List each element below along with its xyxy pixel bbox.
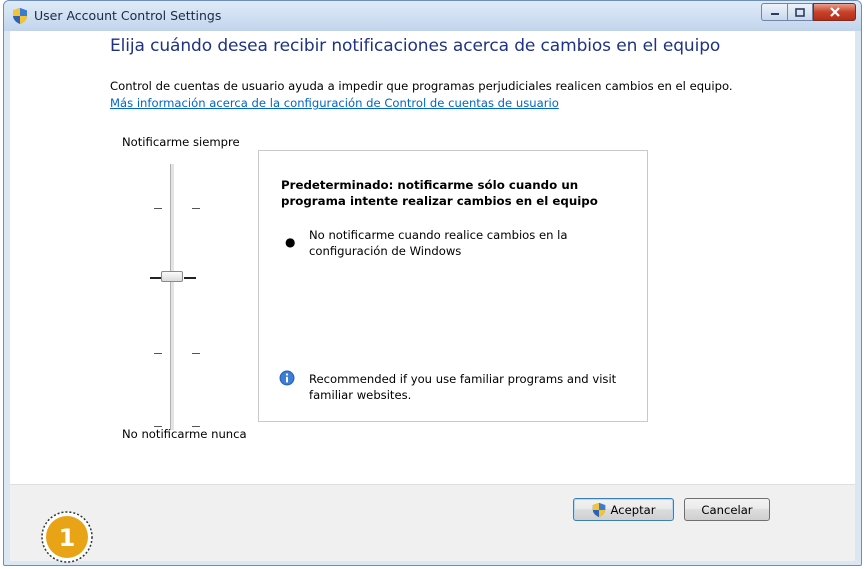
cancel-button-label: Cancelar	[701, 502, 753, 517]
badge-number: 1	[59, 524, 76, 552]
maximize-icon	[795, 7, 805, 17]
caption-buttons	[761, 3, 856, 22]
uac-shield-icon	[593, 502, 606, 517]
close-button[interactable]	[813, 3, 856, 21]
minimize-icon	[770, 13, 779, 15]
bullet-icon: ●	[285, 235, 296, 249]
notification-level-slider[interactable]	[135, 164, 205, 430]
slider-tick	[154, 208, 162, 209]
page-heading: Elija cuándo desea recibir notificacione…	[110, 36, 721, 56]
cancel-button[interactable]: Cancelar	[684, 498, 770, 521]
level-bullet-text: No notificarme cuando realice cambios en…	[309, 228, 568, 258]
maximize-button[interactable]	[787, 3, 813, 21]
slider-tick	[192, 208, 200, 209]
footer-bar	[10, 484, 855, 561]
level-description-panel: Predeterminado: notificarme sólo cuando …	[258, 150, 648, 422]
recommendation-text: Recommended if you use familiar programs…	[309, 372, 617, 402]
title-bar[interactable]: User Account Control Settings	[4, 1, 861, 31]
slider-tick	[192, 353, 200, 354]
minimize-button[interactable]	[761, 3, 787, 21]
window-title: User Account Control Settings	[34, 8, 222, 23]
description-text: Control de cuentas de usuario ayuda a im…	[110, 79, 733, 93]
slider-tick	[154, 353, 162, 354]
info-icon	[279, 370, 295, 386]
slider-thumb[interactable]	[161, 271, 183, 282]
level-title: Predeterminado: notificarme sólo cuando …	[281, 178, 598, 208]
slider-top-label: Notificarme siempre	[122, 135, 240, 149]
slider-tick	[184, 277, 196, 279]
step-number-badge: 1	[41, 511, 93, 563]
close-icon	[829, 7, 840, 17]
accept-button[interactable]: Aceptar	[573, 498, 674, 521]
slider-track[interactable]	[170, 164, 175, 430]
uac-shield-icon	[13, 8, 27, 24]
help-link[interactable]: Más información acerca de la configuraci…	[110, 96, 559, 110]
accept-button-label: Aceptar	[610, 502, 656, 517]
slider-bottom-label: No notificarme nunca	[122, 427, 247, 441]
